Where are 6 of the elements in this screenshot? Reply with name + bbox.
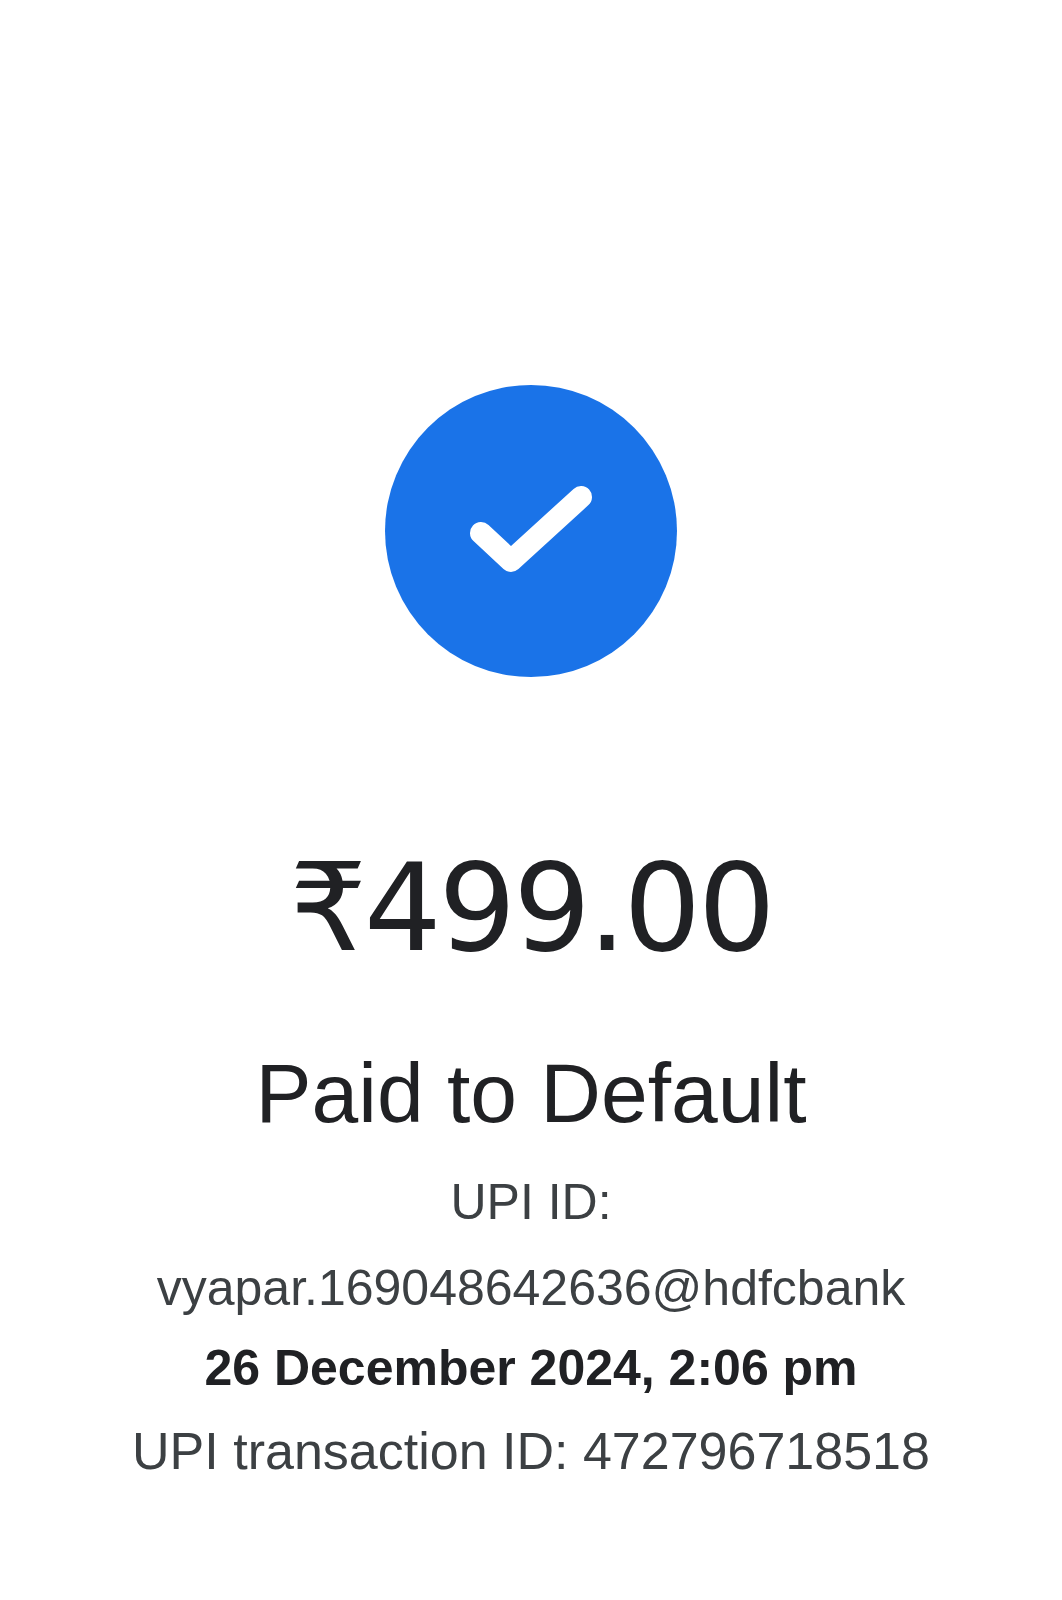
payee-name: Paid to Default <box>255 1051 807 1135</box>
payment-date-time: 26 December 2024, 2:06 pm <box>204 1343 858 1393</box>
upi-id: UPI ID: vyapar.169048642636@hdfcbank <box>155 1173 907 1318</box>
success-check-icon <box>385 385 677 677</box>
transaction-id: UPI transaction ID: 472796718518 <box>132 1425 930 1477</box>
payment-amount: ₹499.00 <box>289 847 773 969</box>
